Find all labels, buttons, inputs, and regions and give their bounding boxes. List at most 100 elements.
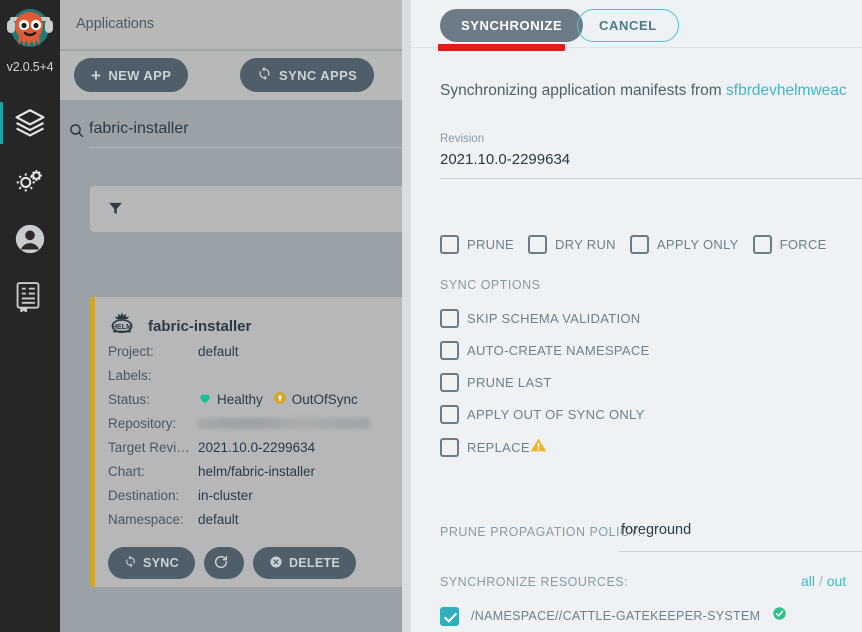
sidebar-item-settings[interactable] xyxy=(0,152,60,210)
checkbox-dry-run[interactable] xyxy=(528,235,548,254)
card-field-project: Project: default xyxy=(108,339,438,363)
synchronize-resources-label: SYNCHRONIZE RESOURCES: xyxy=(440,575,629,589)
checkbox-prune[interactable] xyxy=(440,235,459,254)
search-icon xyxy=(68,122,85,144)
field-key: Chart: xyxy=(108,463,145,479)
panel-divider xyxy=(402,0,411,632)
card-sync-label: SYNC xyxy=(143,556,179,570)
field-value: helm/fabric-installer xyxy=(198,463,316,479)
refresh-icon xyxy=(124,555,137,571)
card-sync-button[interactable]: SYNC xyxy=(108,547,195,579)
resources-filter-links: all / out xyxy=(801,573,846,589)
resource-row: /NAMESPACE//CATTLE-GATEKEEPER-SYSTEM xyxy=(440,606,787,626)
field-value: default xyxy=(198,343,239,359)
card-delete-button[interactable]: DELETE xyxy=(252,547,357,579)
page-title: Applications xyxy=(76,16,155,32)
field-key: Labels: xyxy=(108,367,152,383)
prune-propagation-policy-select[interactable]: foreground xyxy=(621,522,691,538)
new-app-button[interactable]: + NEW APP xyxy=(74,58,189,92)
user-avatar-icon xyxy=(13,222,47,256)
dialog-body: Synchronizing application manifests from… xyxy=(411,48,862,632)
dialog-description-text: Synchronizing application manifests from xyxy=(440,82,727,99)
sidebar-item-documentation[interactable] xyxy=(0,268,60,326)
prune-propagation-policy-label: PRUNE PROPAGATION POLICY: xyxy=(440,525,642,539)
resource-name: /NAMESPACE//CATTLE-GATEKEEPER-SYSTEM xyxy=(471,609,761,623)
search-input[interactable]: fabric-installer xyxy=(89,120,189,138)
card-field-labels: Labels: xyxy=(108,363,438,387)
argo-octopus-logo[interactable] xyxy=(5,6,55,58)
card-field-status: Status: Healthy OutOfSync xyxy=(108,387,438,411)
book-icon xyxy=(13,280,47,314)
field-key: Namespace: xyxy=(108,511,184,527)
option-auto-create-namespace: AUTO-CREATE NAMESPACE xyxy=(440,341,650,360)
field-key: Target Revi… xyxy=(108,439,190,455)
plus-icon: + xyxy=(91,65,102,85)
checkbox-prune-label: PRUNE xyxy=(467,237,515,252)
resources-link-out-of-sync[interactable]: out xyxy=(827,573,846,589)
checkbox-force-label: FORCE xyxy=(779,237,827,252)
option-label: AUTO-CREATE NAMESPACE xyxy=(467,343,650,358)
field-value-redacted xyxy=(198,417,370,429)
warning-triangle-icon[interactable] xyxy=(530,437,547,458)
heart-icon xyxy=(198,391,212,408)
card-refresh-button[interactable] xyxy=(203,547,244,579)
checkbox-prune-last[interactable] xyxy=(440,373,459,392)
cancel-button[interactable]: CANCEL xyxy=(577,9,679,42)
dialog-header: SYNCHRONIZE CANCEL xyxy=(411,0,862,48)
option-apply-out-of-sync-only: APPLY OUT OF SYNC ONLY xyxy=(440,405,645,424)
checkbox-apply-only[interactable] xyxy=(629,235,649,254)
sidebar-item-applications[interactable] xyxy=(0,94,60,152)
sidebar-nav: v2.0.5+4 xyxy=(0,0,60,632)
card-title-row: HELM fabric-installer xyxy=(108,311,251,342)
card-field-destination: Destination: in-cluster xyxy=(108,483,438,507)
new-app-label: NEW APP xyxy=(108,67,172,83)
field-key: Destination: xyxy=(108,487,180,503)
layers-icon xyxy=(13,106,47,140)
field-key: Repository: xyxy=(108,415,177,431)
app-screen: Applications + NEW APP SYNC APPS fabric-… xyxy=(0,0,862,632)
dialog-description: Synchronizing application manifests from… xyxy=(440,82,862,100)
sync-apps-label: SYNC APPS xyxy=(279,67,358,83)
status-badge-sync: OutOfSync xyxy=(273,391,358,408)
card-title: fabric-installer xyxy=(148,318,252,335)
resources-link-all[interactable]: all xyxy=(801,573,815,589)
checkbox-dry-run-label: DRY RUN xyxy=(555,237,616,252)
option-label: PRUNE LAST xyxy=(467,375,552,390)
policy-underline xyxy=(619,551,862,552)
sync-apps-button[interactable]: SYNC APPS xyxy=(240,58,375,92)
funnel-icon[interactable] xyxy=(107,200,124,222)
card-delete-label: DELETE xyxy=(288,556,341,570)
reload-icon xyxy=(213,554,229,573)
option-skip-schema-validation: SKIP SCHEMA VALIDATION xyxy=(440,309,640,328)
field-value: in-cluster xyxy=(198,487,253,503)
card-fields: Project: default Labels: Status: Healthy… xyxy=(108,339,438,531)
gears-icon xyxy=(13,164,47,198)
application-card[interactable]: HELM fabric-installer Project: default L… xyxy=(90,297,442,587)
nav-items xyxy=(0,94,60,326)
option-label: APPLY OUT OF SYNC ONLY xyxy=(467,407,645,422)
repo-link[interactable]: sfbrdevhelmweac xyxy=(726,82,847,99)
card-field-target-revision: Target Revi… 2021.10.0-2299634 xyxy=(108,435,438,459)
checkbox-skip-schema-validation[interactable] xyxy=(440,309,459,328)
checkbox-replace[interactable] xyxy=(440,438,459,457)
synchronize-button[interactable]: SYNCHRONIZE xyxy=(440,9,584,42)
checkbox-auto-create-namespace[interactable] xyxy=(440,341,459,360)
refresh-icon xyxy=(257,66,272,84)
field-key: Status: xyxy=(108,391,151,407)
revision-input[interactable]: 2021.10.0-2299634 xyxy=(440,151,570,168)
checkbox-force[interactable] xyxy=(752,235,772,254)
sync-dialog: SYNCHRONIZE CANCEL Synchronizing applica… xyxy=(411,0,862,632)
svg-text:HELM: HELM xyxy=(112,323,132,331)
checkbox-apply-out-of-sync-only[interactable] xyxy=(440,405,459,424)
option-label: REPLACE xyxy=(467,440,530,455)
option-prune-last: PRUNE LAST xyxy=(440,373,552,392)
resource-checkbox[interactable] xyxy=(440,606,459,626)
version-label: v2.0.5+4 xyxy=(6,60,54,74)
redacted-value xyxy=(198,417,370,429)
sidebar-item-user-info[interactable] xyxy=(0,210,60,268)
card-field-chart: Chart: helm/fabric-installer xyxy=(108,459,438,483)
revision-underline xyxy=(440,178,862,179)
field-value: Healthy OutOfSync xyxy=(198,391,358,408)
out-of-sync-arrow-icon xyxy=(273,391,287,408)
card-field-namespace: Namespace: default xyxy=(108,507,438,531)
